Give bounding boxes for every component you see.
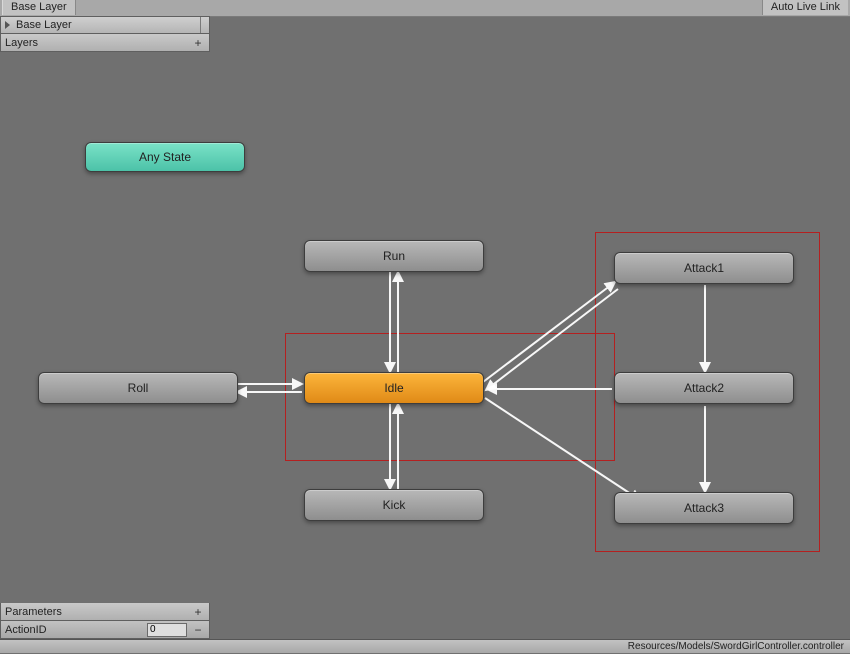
node-roll[interactable]: Roll — [38, 372, 238, 404]
breadcrumb[interactable]: Base Layer — [0, 16, 210, 34]
node-label: Any State — [139, 150, 191, 164]
tab-base-layer[interactable]: Base Layer — [2, 0, 76, 15]
breadcrumb-label: Base Layer — [16, 16, 72, 34]
node-attack2[interactable]: Attack2 — [614, 372, 794, 404]
node-label: Attack2 — [684, 381, 724, 395]
node-kick[interactable]: Kick — [304, 489, 484, 521]
add-layer-button[interactable]: + — [191, 36, 205, 50]
node-run[interactable]: Run — [304, 240, 484, 272]
parameters-panel: Parameters + ActionID − — [0, 603, 210, 639]
status-bar: Resources/Models/SwordGirlController.con… — [0, 639, 850, 653]
node-label: Run — [383, 249, 405, 263]
parameter-name: ActionID — [5, 621, 147, 639]
tab-bar: Base Layer Auto Live Link — [0, 0, 850, 17]
parameter-row[interactable]: ActionID − — [0, 621, 210, 639]
node-any-state[interactable]: Any State — [85, 142, 245, 172]
node-label: Kick — [383, 498, 406, 512]
node-label: Roll — [128, 381, 149, 395]
node-attack3[interactable]: Attack3 — [614, 492, 794, 524]
node-label: Attack3 — [684, 501, 724, 515]
parameter-value-input[interactable] — [147, 623, 187, 637]
remove-parameter-button[interactable]: − — [191, 623, 205, 637]
asset-path: Resources/Models/SwordGirlController.con… — [628, 641, 844, 652]
layers-header-label: Layers — [5, 34, 38, 52]
node-label: Idle — [384, 381, 403, 395]
parameters-header: Parameters + — [0, 603, 210, 621]
parameters-header-label: Parameters — [5, 603, 62, 621]
layers-panel: Base Layer Layers + — [0, 16, 210, 52]
add-parameter-button[interactable]: + — [191, 605, 205, 619]
breadcrumb-arrow-icon — [5, 21, 10, 29]
node-label: Attack1 — [684, 261, 724, 275]
divider — [200, 17, 201, 33]
node-attack1[interactable]: Attack1 — [614, 252, 794, 284]
auto-live-link-button[interactable]: Auto Live Link — [762, 0, 848, 15]
layers-header: Layers + — [0, 34, 210, 52]
node-idle[interactable]: Idle — [304, 372, 484, 404]
